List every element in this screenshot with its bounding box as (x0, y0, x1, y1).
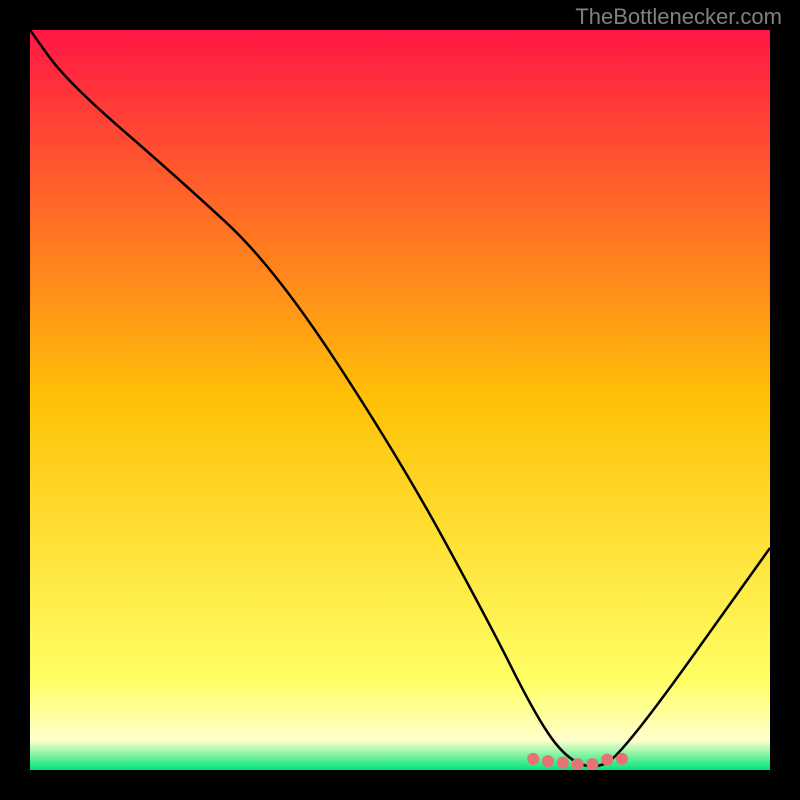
plot-area (30, 30, 770, 770)
watermark: TheBottlenecker.com (575, 4, 782, 30)
marker-point (557, 757, 569, 769)
marker-point (572, 758, 584, 770)
chart-svg (30, 30, 770, 770)
gradient-background (30, 30, 770, 770)
marker-point (542, 755, 554, 767)
marker-point (586, 758, 598, 770)
marker-point (527, 753, 539, 765)
chart-container: TheBottlenecker.com (0, 0, 800, 800)
marker-point (616, 753, 628, 765)
marker-point (601, 754, 613, 766)
